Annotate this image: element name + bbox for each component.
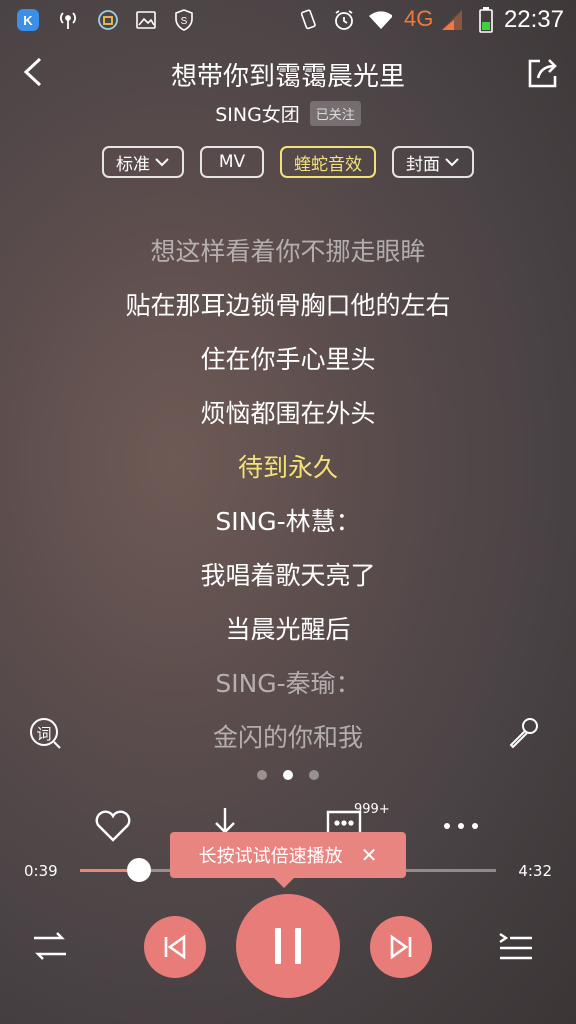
share-icon xyxy=(528,59,557,88)
tooltip-arrow xyxy=(274,878,294,888)
tooltip-close-button[interactable]: ✕ xyxy=(361,843,378,867)
heart-icon xyxy=(95,810,131,842)
clock-time: 22:37 xyxy=(503,6,564,33)
lyric-line: 金闪的你和我 xyxy=(212,723,363,752)
lyrics-icon-label: 词 xyxy=(36,725,52,743)
lyrics-settings-button[interactable]: 词 xyxy=(28,716,62,750)
pause-icon xyxy=(275,928,301,964)
lyric-line-current: 待到永久 xyxy=(237,453,338,482)
page-dot xyxy=(283,770,293,780)
elapsed-time: 0:39 xyxy=(24,862,58,880)
page-dot xyxy=(309,770,319,780)
speed-tip-tooltip: 长按试试倍速播放 ✕ xyxy=(170,832,406,888)
mv-button[interactable]: MV xyxy=(200,146,264,178)
lyric-line: 想这样看着你不挪走眼眸 xyxy=(150,237,426,266)
skip-next-icon xyxy=(390,934,412,960)
pause-button[interactable] xyxy=(236,894,340,998)
signal-strength-icon xyxy=(440,8,464,32)
viper-sound-effect-label: 蝰蛇音效 xyxy=(294,154,362,175)
security-shield-icon: S xyxy=(172,8,196,32)
quality-select[interactable]: 标准 xyxy=(102,146,184,178)
more-button[interactable] xyxy=(441,806,481,846)
playlist-button[interactable] xyxy=(498,928,534,964)
song-title: 想带你到霭霭晨光里 xyxy=(170,62,405,92)
total-time: 4:32 xyxy=(518,862,552,880)
favorite-button[interactable] xyxy=(93,806,133,846)
lyric-line: SING-秦瑜： xyxy=(215,669,361,698)
microphone-icon xyxy=(509,718,538,749)
page-indicator xyxy=(0,770,576,780)
chevron-down-icon xyxy=(155,158,169,167)
viper-sound-effect-button[interactable]: 蝰蛇音效 xyxy=(280,146,376,178)
wifi-icon xyxy=(368,8,392,32)
more-dots-icon xyxy=(444,823,478,829)
previous-button[interactable] xyxy=(144,916,206,978)
skip-previous-icon xyxy=(164,934,186,960)
lyric-line: 当晨光醒后 xyxy=(225,615,351,644)
artist-row: SING女团 已关注 xyxy=(0,100,576,127)
play-mode-button[interactable] xyxy=(32,928,68,964)
follow-status-badge[interactable]: 已关注 xyxy=(309,101,361,126)
share-button[interactable] xyxy=(526,56,560,90)
shuffle-icon xyxy=(34,932,66,960)
svg-text:K: K xyxy=(23,13,33,28)
vibrate-phone-icon xyxy=(296,8,320,32)
gallery-icon xyxy=(134,8,158,32)
comment-count-badge: 999+ xyxy=(354,802,390,817)
cover-select[interactable]: 封面 xyxy=(392,146,474,178)
chevron-down-icon xyxy=(445,158,459,167)
lyric-line: 烦恼都围在外头 xyxy=(200,399,376,428)
playlist-icon xyxy=(499,933,532,960)
next-button[interactable] xyxy=(370,916,432,978)
quality-label: 标准 xyxy=(116,154,150,175)
page-dot xyxy=(257,770,267,780)
status-bar: K S 4G 22:37 xyxy=(0,0,576,40)
cover-label: 封面 xyxy=(406,154,440,175)
playback-options: 标准 MV 蝰蛇音效 封面 xyxy=(0,146,576,178)
download-notification-icon xyxy=(96,8,120,32)
karaoke-button[interactable] xyxy=(506,716,540,750)
hotspot-icon xyxy=(56,8,80,32)
lyric-line: SING-林慧： xyxy=(215,507,361,536)
progress-thumb[interactable] xyxy=(127,858,152,882)
lyrics-panel[interactable]: 想这样看着你不挪走眼眸 贴在那耳边锁骨胸口他的左右 住在你手心里头 烦恼都围在外… xyxy=(0,230,576,770)
battery-icon xyxy=(474,7,498,33)
network-type-label: 4G xyxy=(404,6,434,31)
tooltip-text: 长按试试倍速播放 xyxy=(198,846,343,867)
svg-text:S: S xyxy=(181,16,188,27)
alarm-clock-icon xyxy=(332,8,356,32)
artist-name[interactable]: SING女团 xyxy=(215,100,300,127)
mv-label: MV xyxy=(218,152,246,172)
lyric-line: 我唱着歌天亮了 xyxy=(200,561,376,590)
kugou-app-icon: K xyxy=(16,8,40,32)
lyric-line: 贴在那耳边锁骨胸口他的左右 xyxy=(125,291,451,320)
lyric-line: 住在你手心里头 xyxy=(200,345,376,374)
